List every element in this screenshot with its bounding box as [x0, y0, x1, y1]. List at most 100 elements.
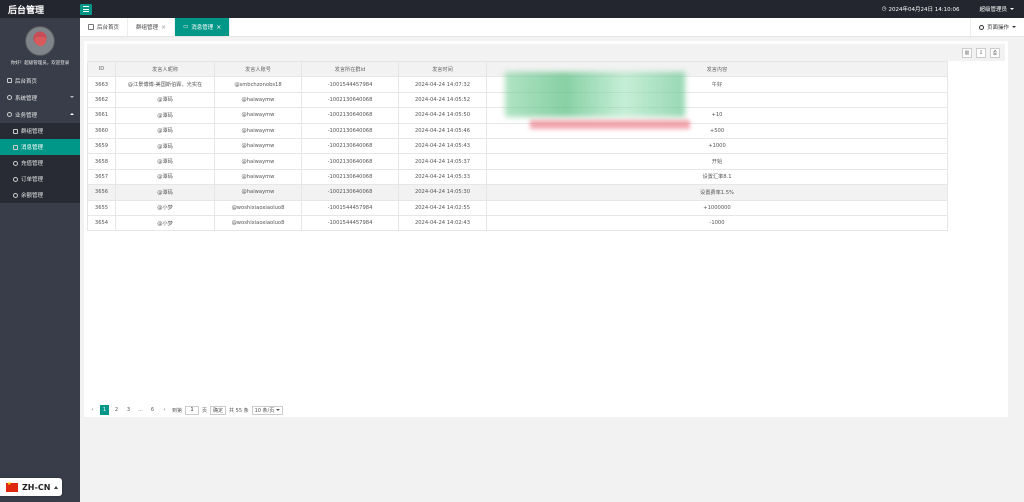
tab-home[interactable]: 后台首页	[80, 18, 129, 36]
table-row[interactable]: 3656 @潭码 @haiwaymw -1002130640068 2024-04-24…	[87, 184, 948, 201]
tab-messages[interactable]: ▭ 消息管理 ×	[175, 18, 231, 36]
table-cell: @小梦	[115, 199, 215, 216]
table-cell: 3661	[87, 107, 116, 124]
china-flag-icon	[6, 481, 18, 492]
table-row[interactable]: 3657 @潭码 @haiwaymw -1002130640068 2024-04-24…	[87, 168, 948, 186]
sidebar-item-recharge[interactable]: 充值管理	[0, 155, 80, 171]
table-cell: +1000000	[486, 199, 948, 216]
table-cell: -1002130640068	[301, 122, 399, 139]
table-cell: 3654	[87, 214, 116, 232]
per-page-select[interactable]: 10 条/页	[251, 405, 284, 415]
gear-icon	[7, 95, 12, 100]
table-cell: 2024-04-24 14:05:52	[398, 91, 487, 109]
pagination: ‹ 1 2 3 ... 6 › 到第 页 确定 共 55 条 10 条/页	[88, 404, 284, 416]
column-header[interactable]: 发言人账号	[214, 60, 302, 78]
avatar	[25, 26, 55, 56]
target-icon	[978, 24, 984, 30]
page-button[interactable]: 6	[148, 405, 157, 415]
sidebar-item-label: 群组管理	[21, 129, 44, 135]
recharge-icon	[13, 160, 18, 166]
language-switcher[interactable]: ZH-CN	[0, 478, 62, 496]
column-header[interactable]: 发言时间	[398, 60, 487, 78]
sidebar-item-business[interactable]: 业务管理	[0, 106, 80, 123]
print-button[interactable]: ⎙	[990, 47, 1000, 58]
clock: ◷ 2024年04月24日 14:10:06	[882, 5, 960, 13]
table-row[interactable]: 3660 @潭码 @haiwaymw -1002130640068 2024-04-24…	[87, 122, 948, 139]
tab-label: 群组管理	[136, 25, 159, 31]
chevron-down-icon	[1012, 26, 1016, 28]
page-button[interactable]: 3	[124, 405, 133, 415]
admin-menu[interactable]: 超级管理员	[979, 5, 1014, 13]
sidebar-item-label: 消息管理	[21, 145, 44, 151]
tab-label: 后台首页	[97, 25, 120, 31]
prev-page-button[interactable]: ‹	[88, 405, 97, 415]
sidebar-item-balance[interactable]: 余额管理	[0, 187, 80, 203]
table-cell: @haiwaymw	[214, 137, 302, 155]
sidebar-item-system[interactable]: 系统管理	[0, 89, 80, 106]
columns-icon: ▥	[964, 49, 970, 56]
tab-label: 消息管理	[191, 25, 214, 31]
table-cell: -1002130640068	[301, 107, 399, 124]
table-row[interactable]: 3658 @潭码 @haiwaymw -1002130640068 2024-04-24…	[87, 153, 948, 170]
next-page-button[interactable]: ›	[160, 405, 169, 415]
table-cell: -1002130640068	[301, 153, 399, 170]
table-cell: 2024-04-24 14:05:37	[398, 153, 487, 170]
table-cell: 2024-04-24 14:05:43	[398, 137, 487, 155]
table-cell: 3656	[87, 184, 116, 201]
goto-page-input[interactable]	[185, 405, 200, 415]
menu-toggle-button[interactable]	[80, 3, 92, 15]
column-header[interactable]: ID	[87, 60, 116, 78]
table-cell: 设置汇率8.1	[486, 168, 948, 186]
sidebar-item-label: 订单管理	[21, 177, 44, 183]
welcome-text: 你好！超级管理员，欢迎登录	[10, 61, 70, 66]
table-cell: 开始	[486, 153, 948, 170]
close-icon[interactable]: ×	[161, 24, 166, 31]
chevron-down-icon	[1010, 8, 1014, 10]
message-icon	[13, 144, 18, 150]
chevron-up-icon	[70, 113, 74, 115]
table-cell: @haiwaymw	[214, 107, 302, 124]
table-cell: @潭码	[115, 168, 215, 186]
message-icon: ▭	[183, 24, 189, 30]
table-cell: 2024-04-24 14:02:43	[398, 214, 487, 232]
profile: 你好！超级管理员，欢迎登录	[0, 18, 80, 72]
tab-groups[interactable]: 群组管理 ×	[128, 18, 176, 36]
close-icon[interactable]: ×	[216, 24, 221, 31]
table-cell: -1001544457984	[301, 214, 399, 232]
sidebar-submenu: 群组管理 消息管理 充值管理 订单管理 余额管理	[0, 123, 80, 203]
group-icon	[13, 128, 18, 134]
sidebar-item-messages[interactable]: 消息管理	[0, 139, 80, 155]
table-cell: @潭码	[115, 137, 215, 155]
table-cell: 3657	[87, 168, 116, 186]
chevron-down-icon	[276, 409, 281, 411]
sidebar-item-label: 业务管理	[15, 112, 38, 119]
page-operations-menu[interactable]: 页面操作	[969, 18, 1024, 36]
column-header[interactable]: 发言所在群id	[301, 60, 399, 78]
chevron-down-icon	[70, 96, 74, 98]
table-row[interactable]: 3655 @小梦 @woshixiaoxiaoluo8 -1001544457984 2…	[87, 199, 948, 216]
export-button[interactable]: ⇩	[976, 47, 986, 58]
table-row[interactable]: 3654 @小梦 @woshixiaoxiaoluo8 -1001544457984 2…	[87, 214, 948, 232]
sidebar-item-groups[interactable]: 群组管理	[0, 123, 80, 139]
balance-icon	[13, 192, 18, 198]
table-cell: -1002130640068	[301, 91, 399, 109]
sidebar-item-home[interactable]: 后台首页	[0, 72, 80, 89]
page-button[interactable]: 2	[112, 405, 121, 415]
sidebar-item-label: 余额管理	[21, 193, 44, 199]
goto-confirm-button[interactable]: 确定	[210, 405, 227, 415]
columns-filter-button[interactable]: ▥	[962, 47, 972, 58]
goto-label: 到第	[172, 407, 183, 414]
sidebar-item-orders[interactable]: 订单管理	[0, 171, 80, 187]
table-cell: -1001544457984	[301, 199, 399, 216]
table-cell: @haiwaymw	[214, 184, 302, 201]
redacted-overlay	[530, 120, 690, 129]
table-cell: -1000	[486, 214, 948, 232]
table-row[interactable]: 3659 @潭码 @haiwaymw -1002130640068 2024-04-24…	[87, 137, 948, 155]
page-button[interactable]: 1	[100, 405, 109, 415]
column-header[interactable]: 发言人昵称	[115, 60, 215, 78]
sidebar: 你好！超级管理员，欢迎登录 后台首页 系统管理 业务管理 群组管理 消息管理 充…	[0, 18, 80, 502]
tabs-bar: 后台首页 群组管理 × ▭ 消息管理 × 页面操作	[80, 18, 1024, 37]
language-label: ZH-CN	[22, 482, 51, 492]
datetime-text: 2024年04月24日 14:10:06	[888, 7, 960, 13]
table-cell: 3658	[87, 153, 116, 170]
